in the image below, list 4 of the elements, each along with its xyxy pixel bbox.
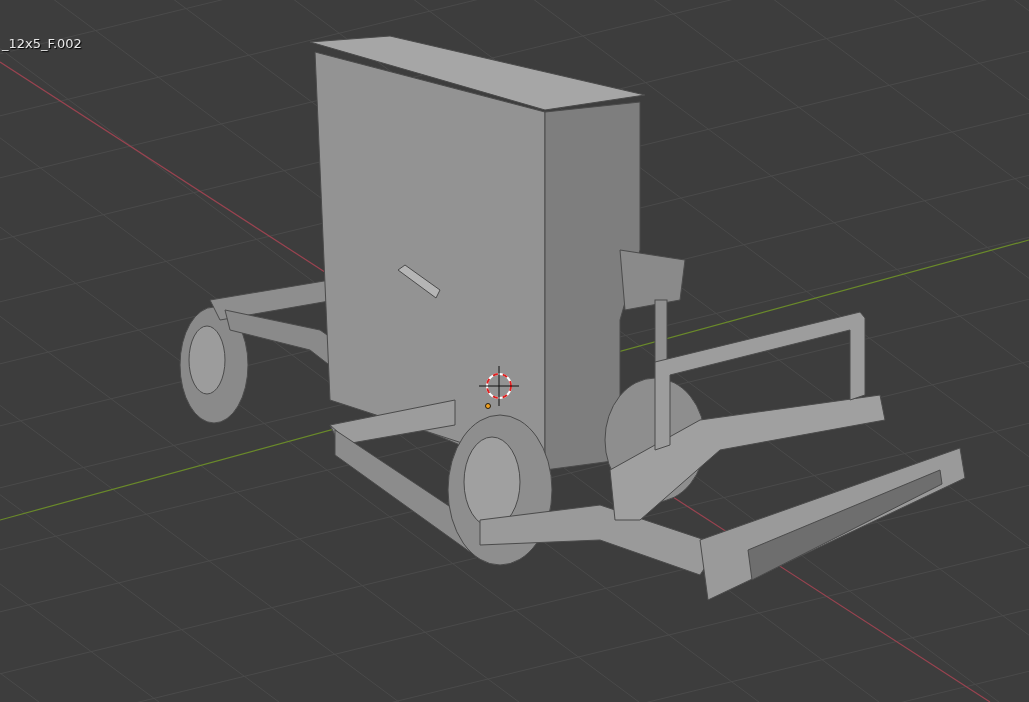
- object-name-label: _12x5_F.002: [2, 36, 82, 51]
- origin-point-icon: [485, 403, 491, 409]
- 3d-viewport[interactable]: _12x5_F.002: [0, 0, 1029, 702]
- 3d-cursor-icon[interactable]: [478, 365, 520, 407]
